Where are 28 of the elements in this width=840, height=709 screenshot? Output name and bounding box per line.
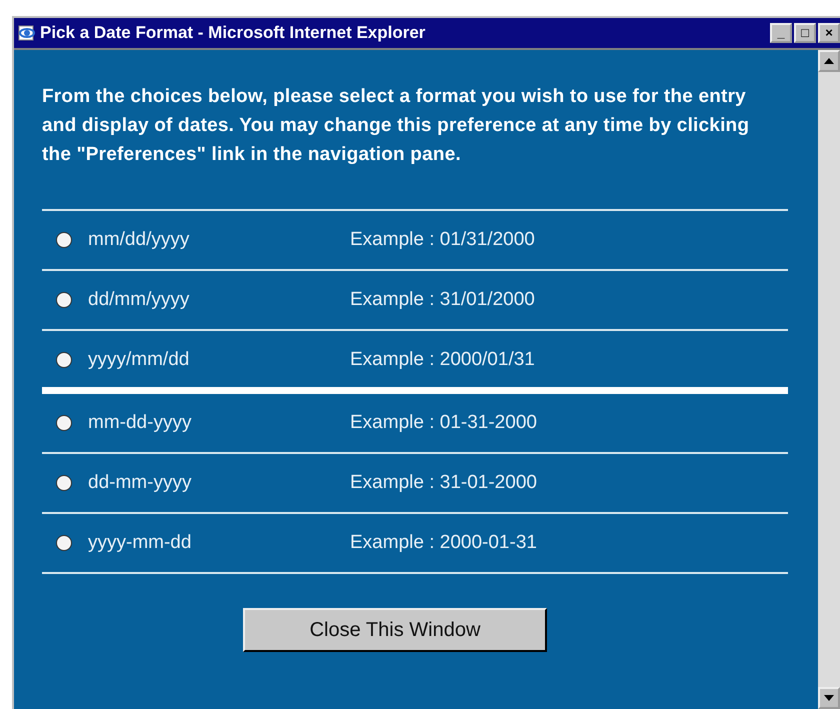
radio-button[interactable] [56, 292, 72, 308]
scrollbar[interactable] [818, 50, 840, 709]
radio-button[interactable] [56, 232, 72, 248]
example-text: Example : 2000-01-31 [350, 532, 537, 554]
format-label: yyyy/mm/dd [88, 349, 190, 371]
format-label: mm-dd-yyyy [88, 412, 192, 434]
close-button[interactable]: × [818, 23, 840, 43]
intro-text: From the choices below, please select a format you wish to use for the entry and display of dates. You may change this preference at any time by clicking the "Preferences" link in the navigation pane. [42, 85, 750, 167]
maximize-button[interactable]: □ [794, 23, 816, 43]
radio-button[interactable] [56, 352, 72, 368]
radio-button[interactable] [56, 415, 72, 431]
radio-button[interactable] [56, 475, 72, 491]
scroll-down-icon[interactable] [818, 687, 840, 709]
close-window-button[interactable]: Close This Window [243, 608, 547, 652]
format-label: yyyy-mm-dd [88, 532, 192, 554]
example-text: Example : 2000/01/31 [350, 349, 535, 371]
scroll-up-icon[interactable] [818, 50, 840, 72]
format-label: dd/mm/yyyy [88, 289, 190, 311]
window-title: Pick a Date Format - Microsoft Internet Explorer [40, 23, 426, 43]
example-text: Example : 31/01/2000 [350, 289, 535, 311]
radio-button[interactable] [56, 535, 72, 551]
example-text: Example : 01/31/2000 [350, 229, 535, 251]
format-label: mm/dd/yyyy [88, 229, 190, 251]
example-text: Example : 31-01-2000 [350, 472, 537, 494]
format-label: dd-mm-yyyy [88, 472, 192, 494]
browser-logo-icon [18, 24, 36, 42]
example-text: Example : 01-31-2000 [350, 412, 537, 434]
minimize-button[interactable]: _ [770, 23, 792, 43]
